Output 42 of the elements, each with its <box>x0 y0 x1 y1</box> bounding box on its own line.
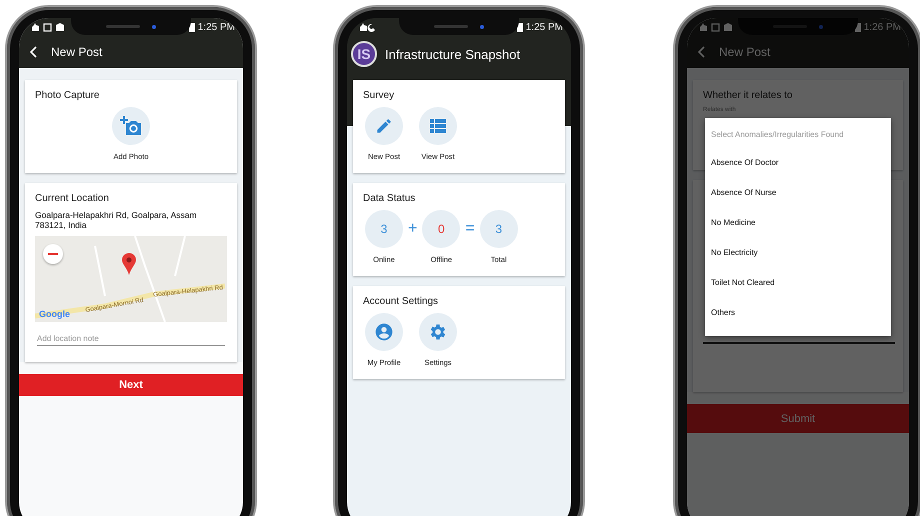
action-button[interactable] <box>419 313 457 351</box>
camera-plus-icon <box>120 116 142 136</box>
card-title: Whether it relates to <box>703 90 794 101</box>
option-item[interactable]: Absence Of Nurse <box>705 182 891 212</box>
add-photo-button[interactable] <box>112 107 150 145</box>
notification-icons-drawing <box>359 22 376 32</box>
screen-title: New Post <box>51 45 102 59</box>
map-brand-logo: Google <box>39 309 70 320</box>
user-icon <box>374 322 394 342</box>
map-pin-icon <box>122 253 136 276</box>
count-value: 3 <box>480 210 518 248</box>
screen-title: New Post <box>719 45 770 59</box>
dialog-prompt: Select Anomalies/Irregularities Found <box>710 129 845 141</box>
count-value: 3 <box>365 210 403 248</box>
location-note-field[interactable]: Add location note <box>37 332 225 346</box>
option-item[interactable]: Toilet Not Cleared <box>705 272 891 302</box>
option-item[interactable]: Others <box>705 302 891 332</box>
action-button[interactable] <box>419 107 457 145</box>
notification-icons-drawing <box>31 22 65 32</box>
compass-icon[interactable] <box>43 244 63 264</box>
count-value: 0 <box>422 210 460 248</box>
list-icon <box>430 119 446 133</box>
option-item[interactable]: No Medicine <box>705 212 891 242</box>
option-item[interactable]: Absence Of Doctor <box>705 152 891 182</box>
action-button[interactable] <box>365 107 403 145</box>
card-title: Data Status <box>363 193 416 204</box>
pencil-icon <box>375 117 393 135</box>
operator-sign: + <box>408 219 418 239</box>
operator-sign: = <box>465 219 475 239</box>
option-item[interactable]: No Electricity <box>705 242 891 272</box>
address-text: Goalpara-Helapakhri Rd, Goalpara, Assam 783121, India <box>35 210 198 230</box>
settings-icon <box>428 322 448 342</box>
notification-icons-drawing <box>699 22 733 32</box>
card-title: Photo Capture <box>35 90 100 101</box>
app-title: Infrastructure Snapshot <box>385 46 520 62</box>
next-button[interactable]: Next <box>19 374 243 396</box>
back-icon[interactable] <box>29 46 37 58</box>
card-title: Current Location <box>35 193 110 204</box>
action-button[interactable] <box>365 313 403 351</box>
card-title: Survey <box>363 90 396 101</box>
card-title: Account Settings <box>363 296 440 307</box>
app-logo: IS <box>351 41 377 67</box>
